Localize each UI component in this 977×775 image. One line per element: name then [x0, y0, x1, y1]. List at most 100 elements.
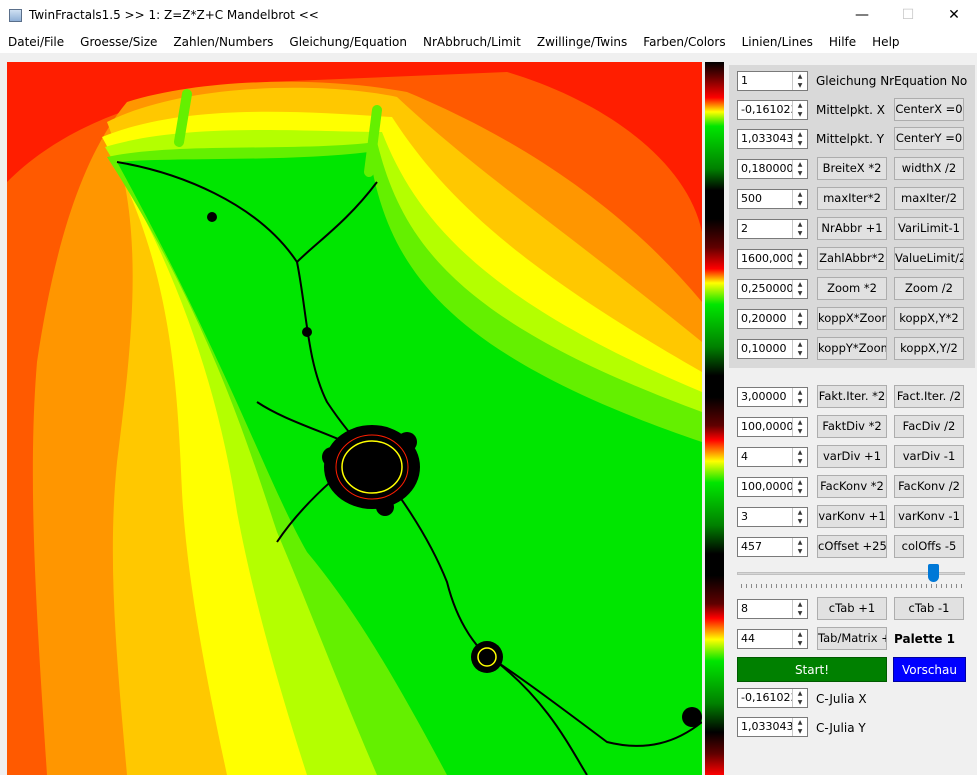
- value-spinbox-10[interactable]: 3,00000 ▲ ▼: [737, 387, 808, 407]
- spinbox-value: 500: [741, 192, 762, 205]
- action-button-right[interactable]: maxIter/2: [894, 187, 964, 210]
- value-spinbox-6[interactable]: 1600,0000▲▼: [737, 249, 808, 269]
- value-spinbox-11[interactable]: 100,00000▲▼: [737, 417, 808, 437]
- spin-arrows-icon[interactable]: ▲ ▼: [792, 72, 807, 90]
- action-button-right[interactable]: Zoom /2: [894, 277, 964, 300]
- spin-arrows-icon[interactable]: ▲ ▼: [792, 130, 807, 148]
- value-spinbox-5[interactable]: 2 ▲ ▼: [737, 219, 808, 239]
- action-button-left[interactable]: ZahlAbbr*2: [817, 247, 887, 270]
- spin-arrows-icon[interactable]: ▲ ▼: [792, 418, 807, 436]
- start-button[interactable]: Start!: [737, 657, 887, 682]
- spin-arrows-icon[interactable]: ▲ ▼: [792, 220, 807, 238]
- menu-lines[interactable]: Linien/Lines: [734, 31, 821, 53]
- action-button-left[interactable]: FacKonv *2: [817, 475, 887, 498]
- minimize-button[interactable]: —: [839, 0, 885, 31]
- fractal-canvas[interactable]: [7, 62, 702, 775]
- spin-arrows-icon[interactable]: ▲ ▼: [792, 478, 807, 496]
- action-button-left[interactable]: cTab +1: [817, 597, 887, 620]
- spin-arrows-icon[interactable]: ▲ ▼: [792, 101, 807, 119]
- menu-numbers[interactable]: Zahlen/Numbers: [165, 31, 281, 53]
- action-button-left[interactable]: koppX*Zoom: [817, 307, 887, 330]
- spin-arrows-icon[interactable]: ▲ ▼: [792, 538, 807, 556]
- value-spinbox-15[interactable]: 457 ▲ ▼: [737, 537, 808, 557]
- action-button-right[interactable]: varDiv -1: [894, 445, 964, 468]
- maximize-button[interactable]: ☐: [885, 0, 931, 31]
- action-button-left[interactable]: varDiv +1: [817, 445, 887, 468]
- close-button[interactable]: ✕: [931, 0, 977, 31]
- value-spinbox-16[interactable]: 8 ▲ ▼: [737, 599, 808, 619]
- value-spinbox-2[interactable]: 1,0330432▲▼: [737, 129, 808, 149]
- menu-hilfe[interactable]: Hilfe: [821, 31, 864, 53]
- spinbox-value: 457: [741, 540, 762, 553]
- value-spinbox-8[interactable]: 0,20000 ▲ ▼: [737, 309, 808, 329]
- value-spinbox-13[interactable]: 100,00000▲▼: [737, 477, 808, 497]
- value-spinbox-7[interactable]: 0,2500000▲▼: [737, 279, 808, 299]
- action-button-right[interactable]: koppX,Y*2: [894, 307, 964, 330]
- center-reset-button[interactable]: CenterX =0: [894, 98, 964, 121]
- value-spinbox-12[interactable]: 4 ▲ ▼: [737, 447, 808, 467]
- spin-arrows-icon[interactable]: ▲ ▼: [792, 340, 807, 358]
- menu-twins[interactable]: Zwillinge/Twins: [529, 31, 635, 53]
- action-button-left[interactable]: Tab/Matrix +: [817, 627, 887, 650]
- menu-limit[interactable]: NrAbbruch/Limit: [415, 31, 529, 53]
- spin-arrows-icon[interactable]: ▲ ▼: [792, 630, 807, 648]
- action-button-left[interactable]: cOffset +25: [817, 535, 887, 558]
- value-spinbox-1[interactable]: -0,161023 ▲ ▼: [737, 100, 808, 120]
- julia-x-spinbox[interactable]: -0,161023 ▲ ▼: [737, 688, 808, 708]
- value-spinbox-9[interactable]: 0,10000 ▲ ▼: [737, 339, 808, 359]
- value-spinbox-3[interactable]: 0,1800000▲▼: [737, 159, 808, 179]
- action-button-left[interactable]: BreiteX *2: [817, 157, 887, 180]
- center-reset-button[interactable]: CenterY =0: [894, 127, 964, 150]
- spinbox-value: 0,20000: [741, 312, 787, 325]
- spin-arrows-icon[interactable]: ▲ ▼: [792, 388, 807, 406]
- value-spinbox-17[interactable]: 44 ▲ ▼: [737, 629, 808, 649]
- spin-arrows-icon[interactable]: ▲ ▼: [792, 689, 807, 707]
- row-label: Palette 1: [894, 632, 955, 646]
- spinbox-value: 100,00000: [741, 480, 793, 493]
- action-button-right[interactable]: Fact.Iter. /2: [894, 385, 964, 408]
- action-button-right[interactable]: FacKonv /2: [894, 475, 964, 498]
- spin-arrows-icon[interactable]: ▲ ▼: [792, 718, 807, 736]
- value-spinbox-0[interactable]: 1 ▲ ▼: [737, 71, 808, 91]
- spinbox-value: -0,161023: [741, 103, 793, 116]
- action-button-right[interactable]: FacDiv /2: [894, 415, 964, 438]
- menu-colors[interactable]: Farben/Colors: [635, 31, 733, 53]
- action-button-left[interactable]: Fakt.Iter. *2: [817, 385, 887, 408]
- action-button-right[interactable]: colOffs -5: [894, 535, 964, 558]
- preview-button[interactable]: Vorschau: [893, 657, 966, 682]
- julia-y-spinbox[interactable]: 1,0330432 ▲▼: [737, 717, 808, 737]
- spin-arrows-icon[interactable]: ▲ ▼: [792, 600, 807, 618]
- window-title: TwinFractals1.5 >> 1: Z=Z*Z+C Mandelbrot…: [29, 8, 319, 22]
- spin-arrows-icon[interactable]: ▲ ▼: [792, 190, 807, 208]
- action-button-left[interactable]: Zoom *2: [817, 277, 887, 300]
- spin-arrows-icon[interactable]: ▲ ▼: [792, 508, 807, 526]
- value-spinbox-4[interactable]: 500 ▲ ▼: [737, 189, 808, 209]
- spin-arrows-icon[interactable]: ▲ ▼: [792, 310, 807, 328]
- action-button-right[interactable]: widthX /2: [894, 157, 964, 180]
- app-icon: [9, 9, 22, 22]
- spin-arrows-icon[interactable]: ▲ ▼: [792, 160, 807, 178]
- julia-y-label: C-Julia Y: [816, 721, 866, 735]
- menu-help[interactable]: Help: [864, 31, 907, 53]
- value-spinbox-14[interactable]: 3 ▲ ▼: [737, 507, 808, 527]
- color-slider-thumb[interactable]: [928, 564, 940, 582]
- spin-arrows-icon[interactable]: ▲ ▼: [792, 280, 807, 298]
- spinbox-value: 2: [741, 222, 748, 235]
- menu-file[interactable]: Datei/File: [0, 31, 72, 53]
- spin-arrows-icon[interactable]: ▲ ▼: [792, 448, 807, 466]
- action-button-right[interactable]: koppX,Y/2: [894, 337, 964, 360]
- action-button-right[interactable]: cTab -1: [894, 597, 964, 620]
- action-button-right[interactable]: varKonv -1: [894, 505, 964, 528]
- spin-arrows-icon[interactable]: ▲ ▼: [792, 250, 807, 268]
- action-button-left[interactable]: koppY*Zoom: [817, 337, 887, 360]
- equation-no-label: Equation No: [894, 74, 968, 88]
- action-button-right[interactable]: VariLimit-1: [894, 217, 964, 240]
- action-button-left[interactable]: NrAbbr +1: [817, 217, 887, 240]
- action-button-left[interactable]: maxIter*2: [817, 187, 887, 210]
- menu-size[interactable]: Groesse/Size: [72, 31, 165, 53]
- action-button-left[interactable]: FaktDiv *2: [817, 415, 887, 438]
- spinbox-value: 44: [741, 632, 755, 645]
- action-button-left[interactable]: varKonv +1: [817, 505, 887, 528]
- menu-equation[interactable]: Gleichung/Equation: [281, 31, 415, 53]
- action-button-right[interactable]: ValueLimit/2: [894, 247, 964, 270]
